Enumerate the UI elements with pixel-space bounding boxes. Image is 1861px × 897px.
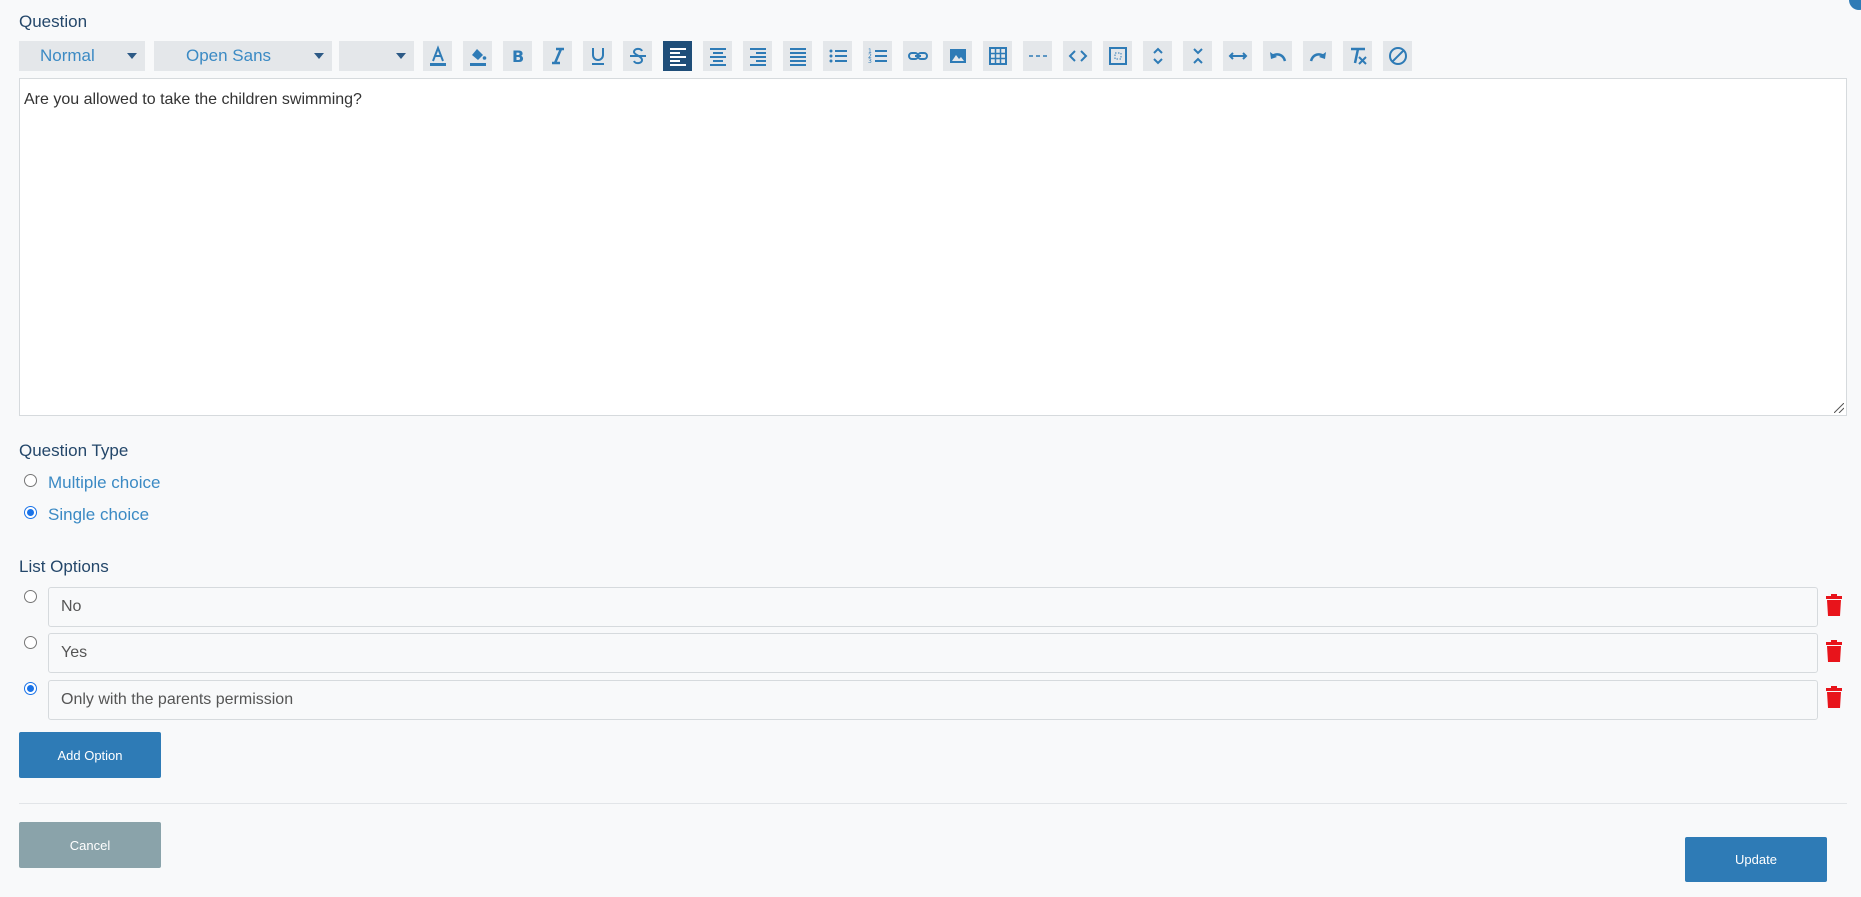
align-justify-icon	[789, 48, 806, 66]
editor-toolbar: Normal Open Sans B 123	[19, 41, 1419, 71]
corner-badge	[1849, 0, 1861, 10]
svg-text:B: B	[512, 47, 524, 66]
font-select[interactable]: Open Sans	[154, 41, 332, 71]
multiple-choice-label[interactable]: Multiple choice	[48, 473, 160, 493]
block-icon	[1388, 47, 1407, 65]
background-color-button[interactable]	[463, 41, 492, 71]
text-color-icon	[429, 45, 446, 66]
code-icon	[1068, 50, 1087, 62]
option-input[interactable]	[48, 633, 1818, 673]
chevron-expand-icon	[1152, 47, 1163, 65]
image-icon	[949, 49, 966, 63]
divider	[19, 803, 1847, 804]
underline-button[interactable]	[583, 41, 612, 71]
multiple-choice-radio[interactable]	[24, 474, 37, 487]
align-right-icon	[749, 48, 766, 66]
strikethrough-button[interactable]	[623, 41, 652, 71]
align-justify-button[interactable]	[783, 41, 812, 71]
arrows-horizontal-icon	[1228, 52, 1247, 60]
table-icon	[988, 47, 1007, 65]
svg-text:3: 3	[868, 58, 872, 65]
question-label: Question	[19, 12, 88, 31]
question-type-label: Question Type	[19, 441, 129, 460]
horizontal-rule-button[interactable]	[1023, 41, 1052, 71]
underline-icon	[591, 48, 604, 65]
undo-button[interactable]	[1263, 41, 1292, 71]
chevron-down-icon	[127, 53, 137, 59]
question-text: Are you allowed to take the children swi…	[24, 91, 362, 108]
redo-icon	[1309, 52, 1326, 62]
trash-icon[interactable]	[1825, 594, 1843, 616]
format-select[interactable]: Normal	[19, 41, 145, 71]
update-button[interactable]: Update	[1685, 837, 1827, 882]
chevron-collapse-icon	[1192, 48, 1203, 64]
fullscreen-button[interactable]	[1103, 41, 1132, 71]
size-select[interactable]	[339, 41, 414, 71]
option-correct-radio[interactable]	[24, 682, 37, 695]
numbered-list-icon: 123	[868, 48, 887, 65]
align-right-button[interactable]	[743, 41, 772, 71]
width-button[interactable]	[1223, 41, 1252, 71]
line-height-up-button[interactable]	[1143, 41, 1172, 71]
single-choice-radio[interactable]	[24, 506, 37, 519]
italic-button[interactable]	[543, 41, 572, 71]
numbered-list-button[interactable]: 123	[863, 41, 892, 71]
clear-format-button[interactable]	[1343, 41, 1372, 71]
option-correct-radio[interactable]	[24, 590, 37, 603]
list-options-label: List Options	[19, 557, 109, 576]
redo-button[interactable]	[1303, 41, 1332, 71]
fullscreen-icon	[1108, 47, 1127, 65]
align-left-button[interactable]	[663, 41, 692, 71]
option-input[interactable]	[48, 587, 1818, 627]
link-icon	[907, 52, 928, 60]
link-button[interactable]	[903, 41, 932, 71]
trash-icon[interactable]	[1825, 686, 1843, 708]
bold-button[interactable]: B	[503, 41, 532, 71]
single-choice-label[interactable]: Single choice	[48, 505, 149, 525]
chevron-down-icon	[314, 53, 324, 59]
italic-icon	[551, 47, 564, 65]
image-button[interactable]	[943, 41, 972, 71]
chevron-down-icon	[396, 53, 406, 59]
remove-button[interactable]	[1383, 41, 1412, 71]
bold-icon: B	[512, 47, 524, 66]
trash-icon[interactable]	[1825, 640, 1843, 662]
text-color-button[interactable]	[423, 41, 452, 71]
align-center-button[interactable]	[703, 41, 732, 71]
question-editor[interactable]: Are you allowed to take the children swi…	[19, 78, 1847, 416]
horizontal-rule-icon	[1028, 55, 1047, 57]
align-center-icon	[709, 48, 726, 66]
add-option-button[interactable]: Add Option	[19, 732, 161, 778]
undo-icon	[1269, 52, 1286, 62]
bullet-list-button[interactable]	[823, 41, 852, 71]
table-button[interactable]	[983, 41, 1012, 71]
paint-bucket-icon	[469, 49, 486, 66]
option-input[interactable]	[48, 680, 1818, 720]
clear-format-icon	[1350, 47, 1367, 65]
strikethrough-icon	[629, 47, 646, 65]
font-select-value: Open Sans	[186, 46, 272, 65]
cancel-button[interactable]: Cancel	[19, 822, 161, 868]
resize-handle-icon[interactable]	[1834, 403, 1844, 413]
code-view-button[interactable]	[1063, 41, 1092, 71]
bullet-list-icon	[829, 49, 847, 63]
format-select-value: Normal	[40, 46, 95, 65]
option-correct-radio[interactable]	[24, 636, 37, 649]
line-height-down-button[interactable]	[1183, 41, 1212, 71]
align-left-icon	[669, 48, 686, 66]
